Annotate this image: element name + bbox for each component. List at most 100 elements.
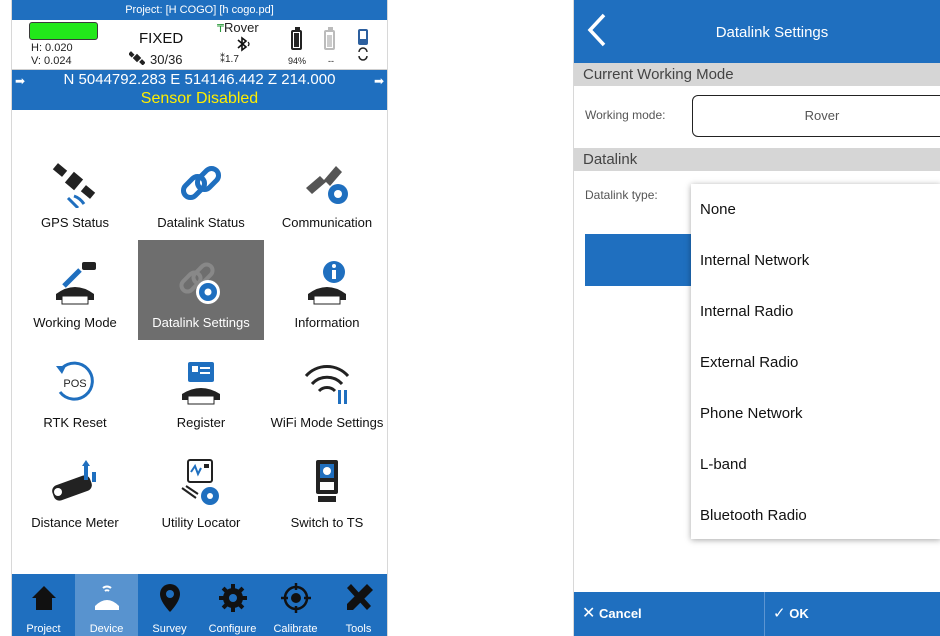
dropdown-option-internal-radio[interactable]: Internal Radio xyxy=(691,286,940,337)
tile-communication[interactable]: Communication xyxy=(264,140,387,240)
tile-utility-locator[interactable]: Utility Locator xyxy=(138,440,264,540)
wifi-icon xyxy=(304,365,350,404)
tile-register[interactable]: Register xyxy=(138,340,264,440)
coordinate-bar: ➡ N 5044792.283 E 514146.442 Z 214.000 S… xyxy=(12,70,387,110)
tile-switch-to-ts[interactable]: Switch to TS xyxy=(264,440,387,540)
close-icon: ✕ xyxy=(582,605,596,622)
check-icon: ✓ xyxy=(773,605,786,622)
ok-label: OK xyxy=(789,606,809,621)
cancel-button[interactable]: ✕ Cancel xyxy=(582,592,757,636)
ok-button[interactable]: ✓ OK xyxy=(764,592,939,636)
datalink-type-dropdown: None Internal Network Internal Radio Ext… xyxy=(691,184,940,539)
datalink-action-button[interactable] xyxy=(585,234,693,286)
communication-gear-icon xyxy=(306,166,348,204)
working-mode-row: Working mode: Rover xyxy=(574,86,940,148)
tile-label: Register xyxy=(176,415,226,430)
pdop-value: 1.7 xyxy=(225,54,239,65)
distance-meter-icon xyxy=(52,460,96,501)
nav-label: Configure xyxy=(208,623,257,635)
tile-datalink-status[interactable]: Datalink Status xyxy=(138,140,264,240)
tile-distance-meter[interactable]: Distance Meter xyxy=(12,440,138,540)
satellite-count: 30/36 xyxy=(150,52,183,67)
tile-datalink-settings[interactable]: Datalink Settings xyxy=(138,240,264,340)
bluetooth-icon xyxy=(237,36,250,52)
sensor-status: Sensor Disabled xyxy=(140,90,259,107)
tile-label: Datalink Status xyxy=(157,215,245,230)
battery-2-icon xyxy=(324,27,335,50)
nav-calibrate[interactable]: Calibrate xyxy=(264,574,327,636)
receiver-mode-icon xyxy=(56,262,96,305)
tile-working-mode[interactable]: Working Mode xyxy=(12,240,138,340)
tile-rtk-reset[interactable]: POS RTK Reset xyxy=(12,340,138,440)
nav-label: Calibrate xyxy=(273,623,318,635)
tile-label: Communication xyxy=(281,215,373,230)
current-coordinates: N 5044792.283 E 514146.442 Z 214.000 xyxy=(63,71,336,88)
battery-icon xyxy=(291,27,302,50)
tile-label: Distance Meter xyxy=(31,515,119,530)
dropdown-option-none[interactable]: None xyxy=(691,184,940,235)
working-mode-label: Working mode: xyxy=(585,108,666,122)
utility-locator-icon xyxy=(181,459,219,505)
nav-project[interactable]: Project xyxy=(12,574,75,636)
footer-actions: ✕ Cancel ✓ OK xyxy=(574,592,940,636)
bottom-navigation: Project Device Survey Configure Calibrat… xyxy=(12,574,387,636)
tile-information[interactable]: Information xyxy=(264,240,387,340)
receiver-icon xyxy=(95,585,119,610)
gnss-status-bar[interactable]: H: 0.020 V: 0.024 FIXED 30/36 ₸Rover ⁑1.… xyxy=(12,20,387,70)
datalink-type-label: Datalink type: xyxy=(585,188,658,202)
nav-survey[interactable]: Survey xyxy=(138,574,201,636)
mode-text: Rover xyxy=(224,20,259,35)
tile-label: WiFi Mode Settings xyxy=(270,415,384,430)
dropdown-option-internal-network[interactable]: Internal Network xyxy=(691,235,940,286)
nav-label: Device xyxy=(89,623,124,635)
tile-label: Utility Locator xyxy=(161,515,241,530)
nav-configure[interactable]: Configure xyxy=(201,574,264,636)
device-sync-icon[interactable] xyxy=(356,28,370,62)
section-working-mode: Current Working Mode xyxy=(574,63,940,86)
v-precision: V: 0.024 xyxy=(31,55,72,67)
total-station-icon xyxy=(316,460,338,502)
tools-icon xyxy=(347,584,373,610)
arrow-left-icon[interactable]: ➡ xyxy=(15,74,25,88)
h-precision: H: 0.020 xyxy=(31,42,73,54)
solution-status: FIXED xyxy=(139,30,184,47)
receiver-register-icon xyxy=(182,362,220,405)
app-header: Datalink Settings xyxy=(574,0,940,63)
tile-label: Switch to TS xyxy=(290,515,364,530)
tile-label: Working Mode xyxy=(33,315,117,330)
nav-label: Project xyxy=(26,623,61,635)
working-mode-field[interactable]: Rover xyxy=(692,95,940,137)
tile-label: RTK Reset xyxy=(43,415,107,430)
battery-2-level: -- xyxy=(328,56,334,66)
nav-device[interactable]: Device xyxy=(75,574,138,636)
mode-label: ₸Rover xyxy=(217,20,259,35)
dropdown-option-phone-network[interactable]: Phone Network xyxy=(691,388,940,439)
nav-label: Survey xyxy=(152,623,187,635)
tile-gps-status[interactable]: GPS Status xyxy=(12,140,138,240)
map-pin-icon xyxy=(160,584,180,612)
pos-icon-text: POS xyxy=(63,378,86,390)
page-title: Datalink Settings xyxy=(715,24,829,41)
dropdown-option-bluetooth-radio[interactable]: Bluetooth Radio xyxy=(691,490,940,541)
tile-wifi-mode-settings[interactable]: WiFi Mode Settings xyxy=(264,340,387,440)
project-title: Project: [H COGO] [h cogo.pd] xyxy=(12,0,387,20)
device-screen: Project: [H COGO] [h cogo.pd] H: 0.020 V… xyxy=(11,0,388,636)
nav-tools[interactable]: Tools xyxy=(327,574,387,636)
section-datalink: Datalink xyxy=(574,148,940,171)
battery-1-level: 94% xyxy=(288,56,307,66)
link-icon xyxy=(180,165,222,201)
gear-icon xyxy=(219,584,247,612)
crosshair-icon xyxy=(281,583,311,613)
dropdown-option-l-band[interactable]: L-band xyxy=(691,439,940,490)
pos-reset-icon: POS xyxy=(56,361,94,401)
tile-label: GPS Status xyxy=(41,215,109,230)
dropdown-option-external-radio[interactable]: External Radio xyxy=(691,337,940,388)
satellite-icon xyxy=(128,51,146,68)
fix-indicator xyxy=(29,22,98,40)
link-gear-icon xyxy=(179,262,220,304)
arrow-right-icon[interactable]: ➡ xyxy=(374,74,384,88)
tile-label: Datalink Settings xyxy=(152,315,250,330)
satellite-icon xyxy=(52,163,96,208)
cancel-label: Cancel xyxy=(599,606,642,621)
pdop-readout: ⁑1.7 xyxy=(220,54,239,65)
